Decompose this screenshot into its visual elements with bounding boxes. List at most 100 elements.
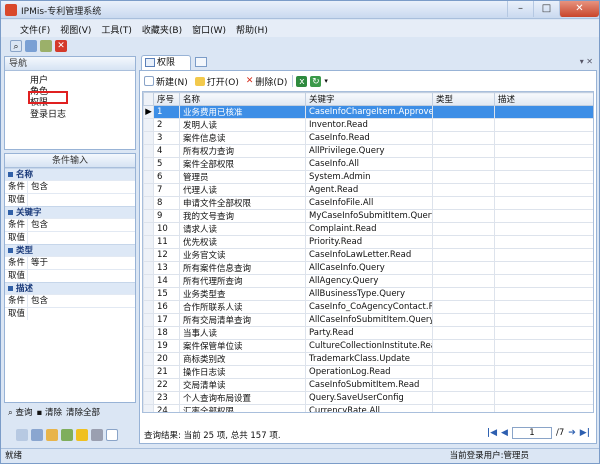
table-row[interactable]: 6管理员System.Admin bbox=[144, 171, 595, 184]
condition-group-header[interactable]: 描述 bbox=[5, 282, 135, 294]
column-header-type[interactable]: 类型 bbox=[433, 93, 495, 106]
cell-index: 1 bbox=[154, 106, 180, 119]
menu-view[interactable]: 视图(V) bbox=[55, 20, 96, 37]
cell-key: MyCaseInfoSubmitItem.Query bbox=[306, 210, 433, 223]
menu-tools[interactable]: 工具(T) bbox=[96, 20, 137, 37]
table-row[interactable]: 2发明人读Inventor.Read bbox=[144, 119, 595, 132]
cell-index: 7 bbox=[154, 184, 180, 197]
page-input[interactable]: 1 bbox=[512, 427, 552, 439]
menu-help[interactable]: 帮助(H) bbox=[231, 20, 273, 37]
table-row[interactable]: 14所有代理所查询AllAgency.Query bbox=[144, 275, 595, 288]
cell-description bbox=[495, 171, 595, 184]
delete-button[interactable]: ✕删除(D) bbox=[244, 75, 290, 88]
close-button[interactable]: ✕ bbox=[559, 1, 599, 17]
star-icon[interactable] bbox=[76, 429, 88, 441]
open-button[interactable]: 打开(O) bbox=[193, 75, 241, 88]
column-header-key[interactable]: 关键字 bbox=[306, 93, 433, 106]
condition-value-field[interactable]: 等于 bbox=[27, 257, 135, 269]
prev-page-icon[interactable]: ◀ bbox=[501, 428, 508, 438]
condition-group-header[interactable]: 类型 bbox=[5, 244, 135, 256]
row-indicator bbox=[144, 119, 154, 132]
condition-panel: 条件输入 名称条件包含取值关键字条件包含取值类型条件等于取值描述条件包含取值 bbox=[4, 153, 136, 403]
table-row[interactable]: 16合作所联系人读CaseInfo_CoAgencyContact.Read bbox=[144, 301, 595, 314]
cell-key: OperationLog.Read bbox=[306, 366, 433, 379]
table-row[interactable]: 8申请文件全部权限CaseInfoFile.All bbox=[144, 197, 595, 210]
users-icon[interactable] bbox=[25, 40, 37, 52]
cell-type bbox=[433, 353, 495, 366]
new-button[interactable]: 新建(N) bbox=[142, 75, 190, 88]
menu-file[interactable]: 文件(F) bbox=[15, 20, 55, 37]
gear-icon[interactable] bbox=[91, 429, 103, 441]
condition-label: 取值 bbox=[5, 232, 27, 244]
new-tab-icon[interactable] bbox=[195, 57, 207, 67]
toolbar-dropdown-icon[interactable]: ▾ bbox=[324, 77, 328, 85]
table-row[interactable]: 5案件全部权限CaseInfo.All bbox=[144, 158, 595, 171]
condition-value-field[interactable]: 包含 bbox=[27, 295, 135, 307]
row-indicator bbox=[144, 288, 154, 301]
condition-value-field[interactable]: 包含 bbox=[27, 219, 135, 231]
tab-close-icon[interactable]: ▾ ✕ bbox=[580, 57, 593, 66]
clear-button[interactable]: ▪ 清除 bbox=[36, 406, 61, 418]
cell-key: CaseInfoChargeItem.ApproveDate bbox=[306, 106, 433, 119]
close-window-icon[interactable]: ✕ bbox=[55, 40, 67, 52]
search-icon[interactable]: ⌕ bbox=[10, 40, 22, 52]
table-row[interactable]: 4所有权力查询AllPrivilege.Query bbox=[144, 145, 595, 158]
cell-key: AllAgency.Query bbox=[306, 275, 433, 288]
clear-all-button[interactable]: 清除全部 bbox=[66, 406, 100, 418]
table-row[interactable]: 12业务官文读CaseInfoLawLetter.Read bbox=[144, 249, 595, 262]
menu-bar: 文件(F) 视图(V) 工具(T) 收藏夹(B) 窗口(W) 帮助(H) bbox=[1, 20, 599, 37]
menu-window[interactable]: 窗口(W) bbox=[187, 20, 231, 37]
maximize-button[interactable]: □ bbox=[533, 1, 559, 17]
row-indicator bbox=[144, 379, 154, 392]
cell-index: 5 bbox=[154, 158, 180, 171]
cell-type bbox=[433, 288, 495, 301]
cell-description bbox=[495, 392, 595, 405]
column-header-description[interactable]: 描述 bbox=[495, 93, 595, 106]
next-page-icon[interactable]: ➔ bbox=[568, 428, 576, 438]
menu-favorites[interactable]: 收藏夹(B) bbox=[137, 20, 187, 37]
minimize-button[interactable]: – bbox=[507, 1, 533, 17]
table-row[interactable]: 11优先权读Priority.Read bbox=[144, 236, 595, 249]
nav-item-login-log[interactable]: 登录日志 bbox=[30, 107, 66, 120]
tag-icon[interactable] bbox=[61, 429, 73, 441]
document-icon[interactable] bbox=[106, 429, 118, 441]
table-row[interactable]: 19案件保管单位读CultureCollectionInstitute.Read bbox=[144, 340, 595, 353]
grid-icon[interactable] bbox=[16, 429, 28, 441]
excel-export-icon[interactable]: x bbox=[296, 76, 307, 87]
column-header-index[interactable]: 序号 bbox=[154, 93, 180, 106]
table-row[interactable]: 24汇率全部权限CurrencyRate.All bbox=[144, 405, 595, 414]
tab-permissions[interactable]: 权限 bbox=[141, 55, 191, 70]
nav-selection-highlight bbox=[28, 91, 68, 104]
pencil-icon[interactable] bbox=[46, 429, 58, 441]
table-row[interactable]: 22交局清单读CaseInfoSubmitItem.Read bbox=[144, 379, 595, 392]
condition-value-field[interactable] bbox=[27, 308, 135, 320]
table-row[interactable]: 15业务类型查AllBusinessType.Query bbox=[144, 288, 595, 301]
table-row[interactable]: 9我的文号查询MyCaseInfoSubmitItem.Query bbox=[144, 210, 595, 223]
box-icon[interactable] bbox=[31, 429, 43, 441]
condition-label: 条件 bbox=[5, 219, 27, 231]
condition-value-field[interactable] bbox=[27, 270, 135, 282]
table-row[interactable]: 20商标类别改TrademarkClass.Update bbox=[144, 353, 595, 366]
table-row[interactable]: 21操作日志读OperationLog.Read bbox=[144, 366, 595, 379]
table-row[interactable]: 17所有交局清单查询AllCaseInfoSubmitItem.Query bbox=[144, 314, 595, 327]
table-row[interactable]: 7代理人读Agent.Read bbox=[144, 184, 595, 197]
cell-key: Party.Read bbox=[306, 327, 433, 340]
table-row[interactable]: 18当事人读Party.Read bbox=[144, 327, 595, 340]
last-page-icon[interactable]: ▶| bbox=[580, 428, 590, 438]
condition-value-field[interactable] bbox=[27, 232, 135, 244]
row-indicator bbox=[144, 210, 154, 223]
column-header-name[interactable]: 名称 bbox=[180, 93, 306, 106]
table-row[interactable]: ▶1业务费用已核准CaseInfoChargeItem.ApproveDate bbox=[144, 106, 595, 119]
table-row[interactable]: 3案件信息读CaseInfo.Read bbox=[144, 132, 595, 145]
refresh-icon[interactable]: ↻ bbox=[310, 76, 321, 87]
condition-value-field[interactable]: 包含 bbox=[27, 181, 135, 193]
query-button[interactable]: ⌕ 查询 bbox=[8, 406, 32, 418]
condition-group-header[interactable]: 名称 bbox=[5, 168, 135, 180]
condition-group-header[interactable]: 关键字 bbox=[5, 206, 135, 218]
first-page-icon[interactable]: |◀ bbox=[487, 428, 497, 438]
table-row[interactable]: 23个人查询布局设置Query.SaveUserConfig bbox=[144, 392, 595, 405]
condition-value-field[interactable] bbox=[27, 194, 135, 206]
table-row[interactable]: 13所有案件信息查询AllCaseInfo.Query bbox=[144, 262, 595, 275]
table-row[interactable]: 10请求人读Complaint.Read bbox=[144, 223, 595, 236]
settings-icon[interactable] bbox=[40, 40, 52, 52]
